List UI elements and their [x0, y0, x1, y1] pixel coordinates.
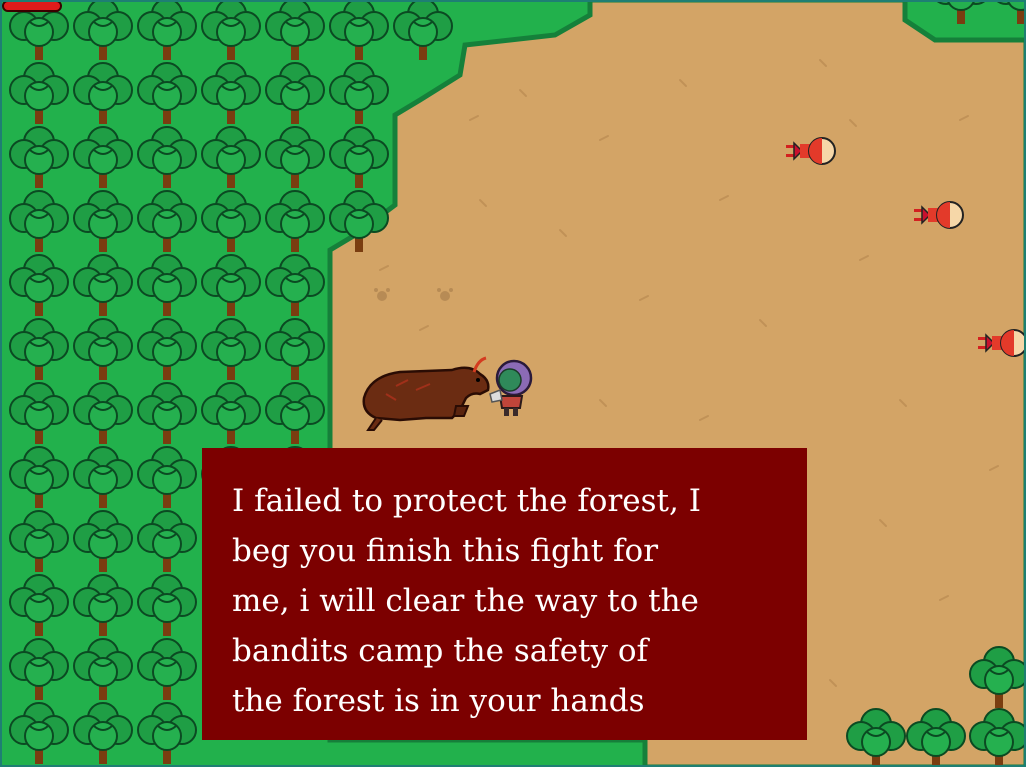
tree [72, 252, 134, 318]
tree [136, 188, 198, 254]
tree [136, 252, 198, 318]
tree [8, 252, 70, 318]
tree [8, 380, 70, 446]
tree [264, 316, 326, 382]
tree [845, 706, 907, 767]
tree [72, 60, 134, 126]
game-viewport[interactable]: I failed to protect the forest, I beg yo… [0, 0, 1026, 767]
hooded-hero-player[interactable] [488, 356, 536, 418]
tree [264, 60, 326, 126]
tree [72, 572, 134, 638]
tree [72, 508, 134, 574]
dialog-box[interactable]: I failed to protect the forest, I beg yo… [202, 448, 807, 740]
tree [72, 380, 134, 446]
tree [200, 0, 262, 62]
tree [200, 188, 262, 254]
tree [8, 700, 70, 766]
tree [136, 316, 198, 382]
tree [136, 380, 198, 446]
tree [136, 60, 198, 126]
tree [200, 60, 262, 126]
tree [200, 124, 262, 190]
tree [200, 252, 262, 318]
player-health-fill [4, 2, 60, 10]
tree [72, 636, 134, 702]
tree [200, 380, 262, 446]
tree [72, 700, 134, 766]
tree [264, 188, 326, 254]
tree [264, 380, 326, 446]
tree [264, 0, 326, 62]
tree [136, 700, 198, 766]
tree [905, 706, 967, 767]
tree [8, 636, 70, 702]
tree [136, 636, 198, 702]
tree [72, 188, 134, 254]
tree [72, 0, 134, 62]
dialog-text: I failed to protect the forest, I beg yo… [232, 483, 701, 719]
tree [328, 188, 390, 254]
bandit-enemy[interactable] [784, 135, 838, 167]
tree [136, 572, 198, 638]
tree [930, 0, 992, 26]
tree [8, 188, 70, 254]
tree [72, 316, 134, 382]
tree [136, 124, 198, 190]
tree [72, 124, 134, 190]
bandit-enemy[interactable] [912, 199, 966, 231]
tree [392, 0, 454, 62]
tree [8, 508, 70, 574]
tree [8, 572, 70, 638]
player-health-bar [2, 0, 62, 12]
tree [136, 508, 198, 574]
tree [8, 444, 70, 510]
tree [8, 124, 70, 190]
tree [328, 124, 390, 190]
tree [264, 252, 326, 318]
tree [200, 316, 262, 382]
tree [990, 0, 1026, 26]
tree [72, 444, 134, 510]
tree [8, 60, 70, 126]
tree [8, 316, 70, 382]
tree [328, 0, 390, 62]
tree [968, 706, 1026, 767]
tree [264, 124, 326, 190]
tree [136, 0, 198, 62]
tree [328, 60, 390, 126]
tree [136, 444, 198, 510]
tree [968, 644, 1026, 710]
bandit-enemy[interactable] [976, 327, 1026, 359]
wounded-bull-npc[interactable] [356, 350, 496, 434]
